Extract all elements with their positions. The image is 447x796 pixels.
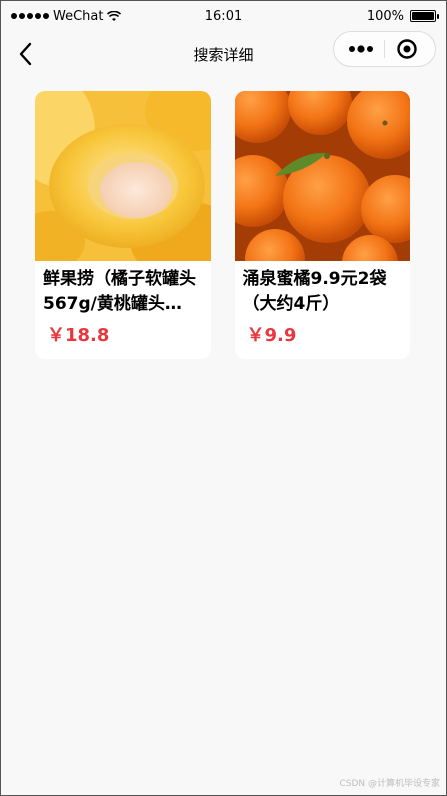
status-bar: WeChat 16:01 100% bbox=[1, 1, 446, 31]
product-image-peach bbox=[35, 91, 211, 261]
product-name: 涌泉蜜橘9.9元2袋（大约4斤） bbox=[242, 269, 387, 314]
product-price: ￥9.9 bbox=[246, 325, 297, 346]
page-title: 搜索详细 bbox=[193, 45, 254, 64]
battery-icon bbox=[410, 10, 439, 22]
chevron-left-icon bbox=[19, 42, 32, 66]
product-info: 涌泉蜜橘9.9元2袋（大约4斤） ￥9.9 bbox=[235, 261, 411, 359]
watermark: CSDN @计算机毕设专家 bbox=[339, 779, 440, 789]
close-button[interactable] bbox=[389, 34, 425, 64]
battery-label: 100% bbox=[366, 8, 404, 24]
capsule-divider bbox=[384, 40, 385, 58]
more-button[interactable] bbox=[344, 34, 380, 64]
product-card[interactable]: 鲜果捞（橘子软罐头567g/黄桃罐头567g） ￥18.8 bbox=[35, 91, 211, 359]
product-image-oranges bbox=[234, 91, 410, 261]
product-info: 鲜果捞（橘子软罐头567g/黄桃罐头567g） ￥18.8 bbox=[35, 261, 211, 359]
app-frame: WeChat 16:01 100% 搜索详细 鲜果捞（橘子软罐头567g/黄桃罐… bbox=[0, 0, 447, 796]
product-price: ￥18.8 bbox=[47, 325, 110, 346]
target-icon bbox=[397, 39, 417, 59]
signal-icon bbox=[11, 13, 49, 19]
status-right: 100% bbox=[366, 8, 439, 24]
product-card[interactable]: 涌泉蜜橘9.9元2袋（大约4斤） ￥9.9 bbox=[234, 91, 411, 359]
carrier-label: WeChat bbox=[53, 8, 104, 24]
mini-program-capsule bbox=[333, 31, 436, 67]
more-dots-icon bbox=[349, 45, 373, 53]
product-name: 鲜果捞（橘子软罐头567g/黄桃罐头567g） bbox=[43, 269, 196, 314]
back-button[interactable] bbox=[11, 39, 39, 69]
status-left: WeChat bbox=[11, 8, 122, 24]
navigation-bar: 搜索详细 bbox=[1, 31, 446, 77]
wifi-icon bbox=[107, 10, 122, 21]
product-grid: 鲜果捞（橘子软罐头567g/黄桃罐头567g） ￥18.8 bbox=[35, 91, 410, 359]
